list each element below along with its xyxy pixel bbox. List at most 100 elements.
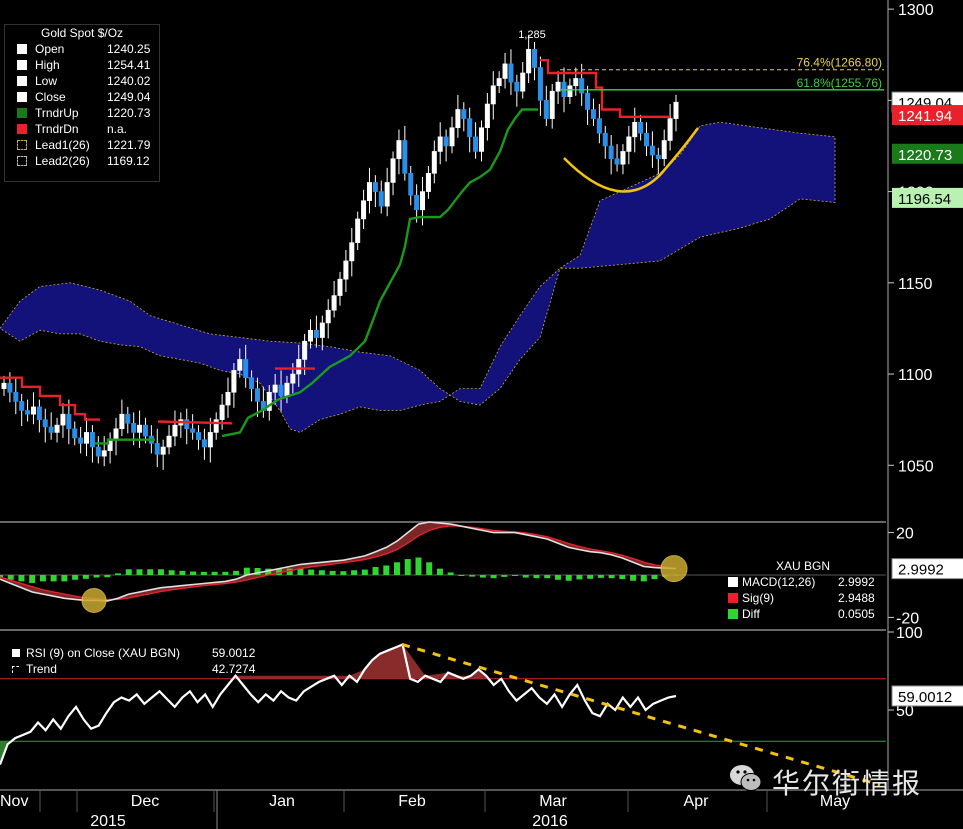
legend-value: 2.9488 (838, 591, 875, 605)
macd-diff-bar (18, 575, 25, 582)
macd-diff-bar (479, 575, 486, 578)
candle-body (420, 191, 426, 211)
candle-body (290, 373, 296, 384)
macd-diff-bar (329, 570, 336, 575)
macd-highlight-circle (660, 555, 688, 583)
candle-body (1, 382, 7, 389)
candle-body (54, 424, 60, 433)
macd-diff-bar (383, 565, 390, 575)
legend-value: 1220.73 (107, 106, 151, 120)
legend-row-lead1: Lead1(26) 1221.79 (5, 137, 159, 153)
candle-body (278, 384, 284, 397)
macd-tick-label: 20 (896, 526, 914, 543)
candle-body (496, 78, 502, 87)
legend-value: 1169.12 (107, 154, 150, 168)
candle-body (543, 100, 549, 119)
candle-body (343, 260, 349, 280)
legend-swatch (728, 577, 738, 587)
macd-diff-bar (147, 569, 154, 575)
candle-body (626, 136, 632, 152)
macd-diff-bar (404, 559, 411, 575)
price-badge-text: 1241.94 (898, 108, 952, 125)
macd-diff-bar (522, 575, 529, 578)
candle-body (443, 136, 449, 147)
macd-diff-bar (168, 570, 175, 575)
macd-legend-row: MACD(12,26) 2.9992 (728, 574, 884, 590)
fib-764-label: 76.4%(1266.80) (797, 56, 882, 70)
candle-body (655, 154, 661, 160)
candle-body (431, 151, 437, 174)
price-badge-text: 1196.54 (898, 191, 951, 208)
macd-diff-bar (415, 557, 422, 575)
rsi-legend-row: Trend 42.7274 (12, 661, 272, 677)
legend-value: 1249.04 (107, 90, 151, 104)
candle-body (272, 384, 278, 393)
macd-diff-bar (372, 567, 379, 575)
candle-body (408, 173, 414, 196)
macd-diff-bar (565, 575, 572, 581)
macd-diff-bar (104, 575, 111, 578)
candle-body (125, 413, 131, 424)
peak-label: 1,285 (518, 29, 546, 41)
candle-body (349, 242, 355, 262)
candle-body (366, 182, 372, 202)
candle-body (231, 370, 237, 393)
candle-body (514, 81, 520, 92)
candle-body (331, 295, 337, 311)
legend-row-lead2: Lead2(26) 1169.12 (5, 153, 159, 169)
trend-down-line (157, 420, 233, 425)
candle-body (190, 428, 196, 433)
macd-diff-bar (233, 570, 240, 575)
candle-body (36, 406, 42, 420)
month-label: Jan (269, 793, 295, 810)
candle-body (66, 413, 72, 430)
candle-body (142, 424, 148, 437)
rsi-legend-row: RSI (9) on Close (XAU BGN) 59.0012 (12, 645, 272, 661)
candle-body (213, 419, 219, 433)
month-label: Dec (131, 793, 159, 810)
wechat-watermark: 华尔街情报 (728, 758, 948, 802)
legend-swatch (12, 649, 20, 657)
candle-body (325, 309, 331, 324)
candle-body (520, 72, 526, 92)
macd-diff-bar (436, 568, 443, 575)
macd-diff-bar (426, 562, 433, 575)
macd-diff-bar (597, 575, 604, 578)
candle-body (484, 103, 490, 129)
macd-diff-bar (361, 569, 368, 575)
legend-swatch (17, 140, 27, 150)
wechat-icon (730, 765, 762, 791)
candle-body (302, 340, 308, 360)
month-label: Mar (539, 793, 567, 810)
rsi-legend: RSI (9) on Close (XAU BGN) 59.0012 Trend 4… (12, 645, 272, 677)
price-tick-label: 1300 (898, 2, 934, 19)
legend-name: Trend (26, 662, 57, 676)
candle-body (355, 218, 361, 243)
macd-diff-bar (29, 575, 36, 583)
macd-diff-bar (61, 575, 68, 582)
macd-diff-bar (458, 575, 465, 576)
candle-body (196, 432, 202, 441)
candle-body (72, 428, 78, 439)
candle-body (25, 410, 31, 415)
legend-value: n.a. (107, 122, 128, 136)
macd-diff-bar (351, 570, 358, 575)
candle-body (119, 413, 125, 430)
legend-swatch (17, 156, 27, 166)
legend-value: 1221.79 (107, 138, 151, 152)
legend-value: 42.7274 (212, 662, 256, 676)
legend-swatch (17, 124, 27, 134)
legend-name: TrndrUp (35, 106, 79, 120)
candle-body (425, 173, 431, 192)
legend-name: Diff (742, 607, 760, 621)
candle-body (30, 406, 36, 415)
legend-value: 0.0505 (838, 607, 875, 621)
macd-line (0, 521, 677, 602)
candle-body (243, 359, 249, 378)
legend-swatch (728, 609, 738, 619)
candle-body (160, 446, 166, 455)
candle-body (414, 194, 420, 211)
macd-diff-bar (72, 575, 79, 580)
candle-body (13, 391, 19, 402)
macd-diff-bar (544, 575, 551, 579)
